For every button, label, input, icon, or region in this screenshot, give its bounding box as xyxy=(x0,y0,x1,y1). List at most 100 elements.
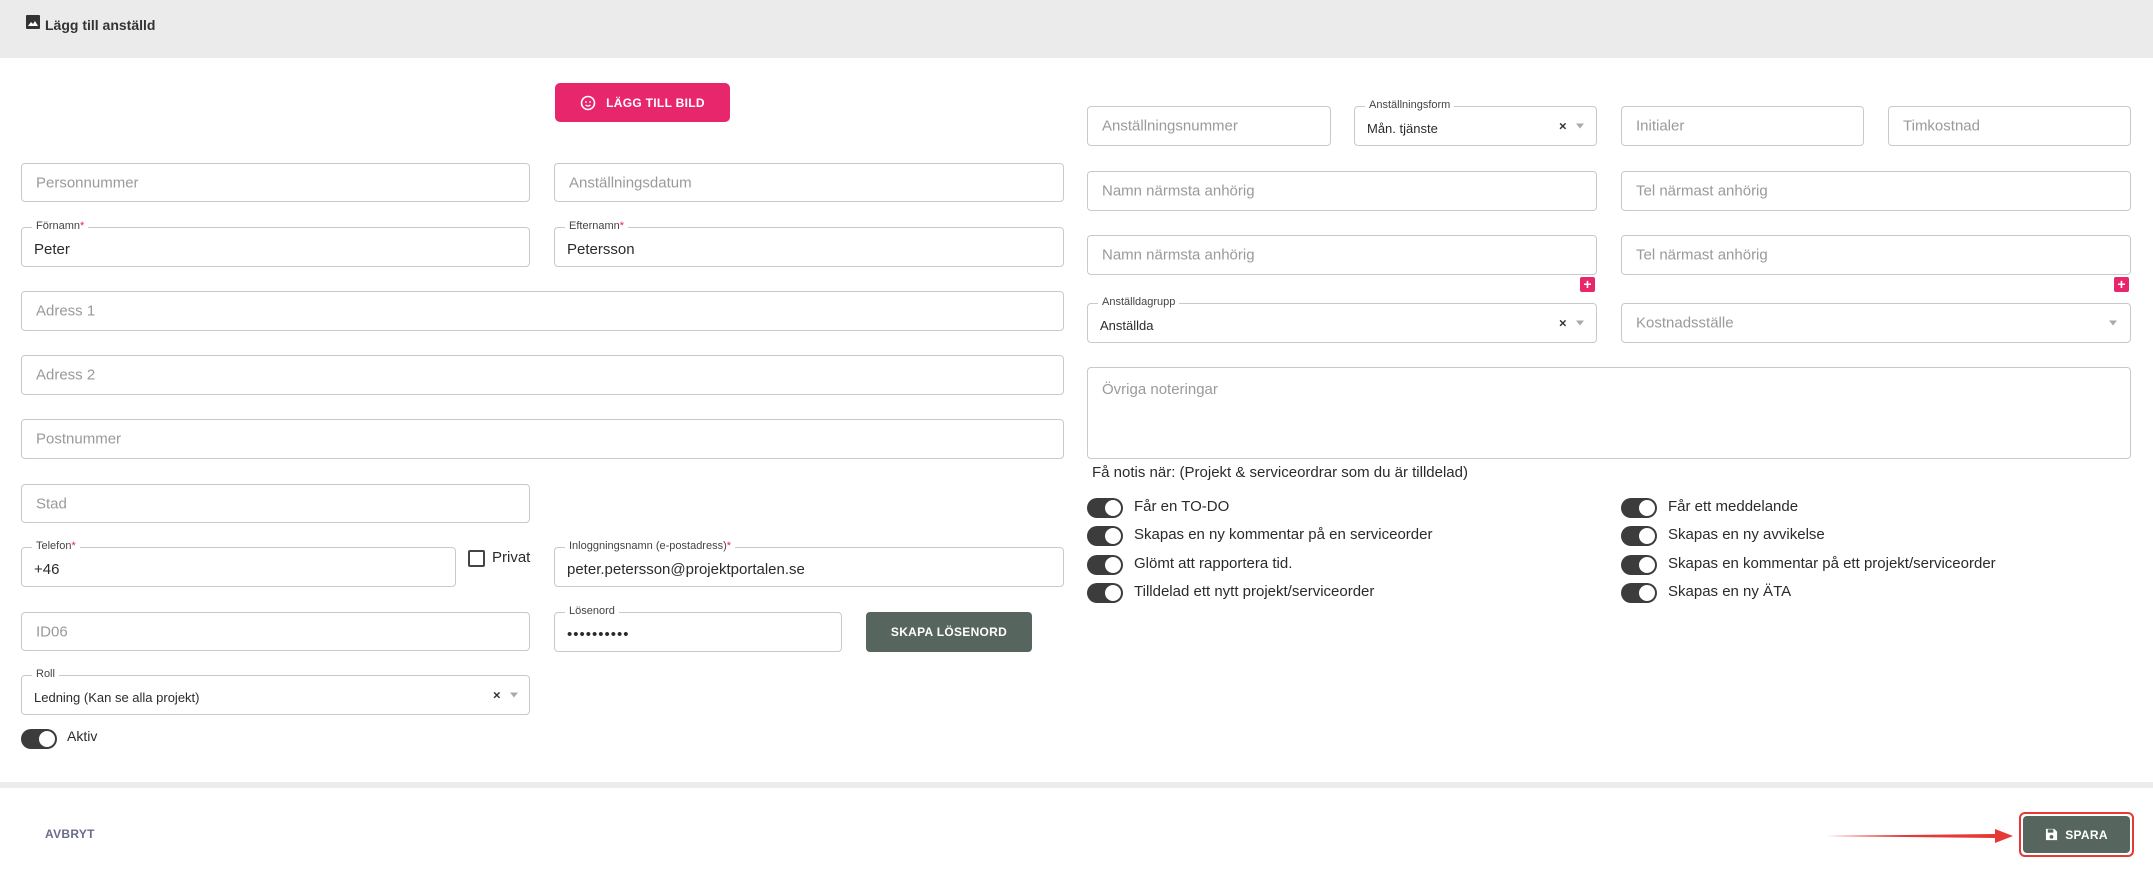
save-label: SPARA xyxy=(2065,827,2108,842)
id06-placeholder: ID06 xyxy=(36,623,68,640)
notes-placeholder: Övriga noteringar xyxy=(1102,381,1218,398)
required-mark: * xyxy=(619,220,625,232)
telefon-value: +46 xyxy=(34,561,60,579)
adress1-input[interactable]: Adress 1 xyxy=(21,291,1064,331)
notify-message-toggle[interactable] xyxy=(1621,498,1657,518)
anstallningsnummer-input[interactable]: Anställningsnummer xyxy=(1087,106,1331,146)
namn-anhorig-input-2[interactable]: Namn närmsta anhörig xyxy=(1087,235,1597,275)
required-mark: * xyxy=(71,540,76,552)
notify-forgot-time-label: Glömt att rapportera tid. xyxy=(1134,555,1293,572)
chevron-down-icon[interactable] xyxy=(1576,320,1584,326)
add-anhorig-button[interactable]: + xyxy=(1580,277,1595,292)
login-value: peter.petersson@projektportalen.se xyxy=(567,561,805,579)
create-password-button[interactable]: SKAPA LÖSENORD xyxy=(866,612,1032,652)
notify-deviation-label: Skapas en ny avvikelse xyxy=(1668,526,1825,543)
efternamn-input[interactable]: Efternamn* Petersson xyxy=(554,220,1064,267)
tel-anhorig-placeholder: Tel närmast anhörig xyxy=(1636,182,1768,200)
anstallningsdatum-placeholder: Anställningsdatum xyxy=(569,174,692,191)
add-tel-anhorig-button[interactable]: + xyxy=(2114,277,2129,292)
login-label: Inloggningsnamn (e-postadress)* xyxy=(565,540,736,552)
notify-heading: Få notis när: (Projekt & serviceordrar s… xyxy=(1092,464,1468,481)
anstallningsform-label: Anställningsform xyxy=(1365,99,1455,111)
adress2-placeholder: Adress 2 xyxy=(36,366,96,384)
initialer-input[interactable]: Initialer xyxy=(1621,106,1864,146)
anstalldagrupp-select[interactable]: Anställdagrupp Anställda × xyxy=(1087,296,1597,343)
adress1-placeholder: Adress 1 xyxy=(36,302,96,320)
stad-input[interactable]: Stad xyxy=(21,484,530,523)
notify-todo-label: Får en TO-DO xyxy=(1134,498,1230,515)
chevron-down-icon[interactable] xyxy=(1576,123,1584,129)
telefon-label: Telefon* xyxy=(32,540,80,552)
image-icon xyxy=(26,15,40,29)
initialer-placeholder: Initialer xyxy=(1636,117,1685,135)
personnummer-placeholder: Personnummer xyxy=(36,174,139,191)
notify-project-comment-toggle[interactable] xyxy=(1621,555,1657,575)
clear-icon[interactable]: × xyxy=(1559,119,1567,134)
notify-assigned-toggle[interactable] xyxy=(1087,583,1123,603)
tel-anhorig-placeholder: Tel närmast anhörig xyxy=(1636,246,1768,264)
kostnadsstalle-select[interactable]: Kostnadsställe xyxy=(1621,303,2131,343)
chevron-down-icon[interactable] xyxy=(510,692,518,698)
roll-label: Roll xyxy=(32,668,59,680)
face-icon xyxy=(580,95,596,110)
notify-forgot-time-toggle[interactable] xyxy=(1087,555,1123,575)
annotation-arrow-icon xyxy=(1825,829,2013,843)
save-icon xyxy=(2046,828,2058,841)
clear-icon[interactable]: × xyxy=(1559,316,1567,331)
stad-placeholder: Stad xyxy=(36,495,67,512)
dialog-header: Lägg till anställd xyxy=(0,0,2153,58)
notify-service-comment-label: Skapas en ny kommentar på en serviceorde… xyxy=(1134,526,1433,543)
efternamn-value: Petersson xyxy=(567,241,635,259)
anstallningsform-value: Mån. tjänste xyxy=(1367,120,1438,136)
roll-select[interactable]: Roll Ledning (Kan se alla projekt) × xyxy=(21,668,530,715)
dialog-title: Lägg till anställd xyxy=(45,17,156,33)
save-button[interactable]: SPARA xyxy=(2023,816,2130,853)
privat-checkbox[interactable] xyxy=(468,550,485,567)
namn-anhorig-placeholder: Namn närmsta anhörig xyxy=(1102,182,1255,200)
roll-value: Ledning (Kan se alla projekt) xyxy=(34,689,200,705)
required-mark: * xyxy=(726,540,732,552)
postnummer-input[interactable]: Postnummer xyxy=(21,419,1064,459)
notify-assigned-label: Tilldelad ett nytt projekt/serviceorder xyxy=(1134,583,1375,600)
notes-textarea[interactable]: Övriga noteringar xyxy=(1087,367,2131,459)
fornamn-input[interactable]: Förnamn* Peter xyxy=(21,220,530,267)
add-photo-button[interactable]: LÄGG TILL BILD xyxy=(555,83,730,122)
tel-anhorig-input-2[interactable]: Tel närmast anhörig xyxy=(1621,235,2131,275)
anstalldagrupp-label: Anställdagrupp xyxy=(1098,296,1180,308)
timkostnad-placeholder: Timkostnad xyxy=(1903,117,1980,135)
clear-icon[interactable]: × xyxy=(493,688,501,703)
notify-todo-toggle[interactable] xyxy=(1087,498,1123,518)
notify-service-comment-toggle[interactable] xyxy=(1087,526,1123,546)
fornamn-label: Förnamn* xyxy=(32,220,89,232)
notify-message-label: Får ett meddelande xyxy=(1668,498,1799,515)
efternamn-label: Efternamn* xyxy=(565,220,629,232)
create-password-label: SKAPA LÖSENORD xyxy=(890,625,1008,639)
personnummer-input[interactable]: Personnummer xyxy=(21,163,530,202)
notify-ata-label: Skapas en ny ÄTA xyxy=(1668,583,1792,600)
notify-deviation-toggle[interactable] xyxy=(1621,526,1657,546)
namn-anhorig-placeholder: Namn närmsta anhörig xyxy=(1102,246,1255,264)
anstalldagrupp-value: Anställda xyxy=(1100,317,1154,333)
aktiv-toggle[interactable] xyxy=(21,729,57,749)
privat-label: Privat xyxy=(492,549,531,566)
password-value: •••••••••• xyxy=(567,626,630,644)
login-email-input[interactable]: Inloggningsnamn (e-postadress)* peter.pe… xyxy=(554,540,1064,587)
tel-anhorig-input-1[interactable]: Tel närmast anhörig xyxy=(1621,171,2131,211)
notify-project-comment-label: Skapas en kommentar på ett projekt/servi… xyxy=(1668,555,1996,572)
required-mark: * xyxy=(80,220,85,232)
timkostnad-input[interactable]: Timkostnad xyxy=(1888,106,2131,146)
anstallningsdatum-input[interactable]: Anställningsdatum xyxy=(554,163,1064,202)
cancel-button[interactable]: AVBRYT xyxy=(45,827,95,841)
postnummer-placeholder: Postnummer xyxy=(36,430,122,448)
fornamn-value: Peter xyxy=(34,241,70,259)
namn-anhorig-input-1[interactable]: Namn närmsta anhörig xyxy=(1087,171,1597,211)
telefon-input[interactable]: Telefon* +46 xyxy=(21,540,456,587)
adress2-input[interactable]: Adress 2 xyxy=(21,355,1064,395)
losenord-label: Lösenord xyxy=(565,605,619,617)
notify-ata-toggle[interactable] xyxy=(1621,583,1657,603)
id06-input[interactable]: ID06 xyxy=(21,612,530,651)
anstallningsnummer-placeholder: Anställningsnummer xyxy=(1102,117,1238,135)
password-input[interactable]: Lösenord •••••••••• xyxy=(554,605,842,652)
anstallningsform-select[interactable]: Anställningsform Mån. tjänste × xyxy=(1354,99,1597,146)
chevron-down-icon[interactable] xyxy=(2109,320,2117,326)
